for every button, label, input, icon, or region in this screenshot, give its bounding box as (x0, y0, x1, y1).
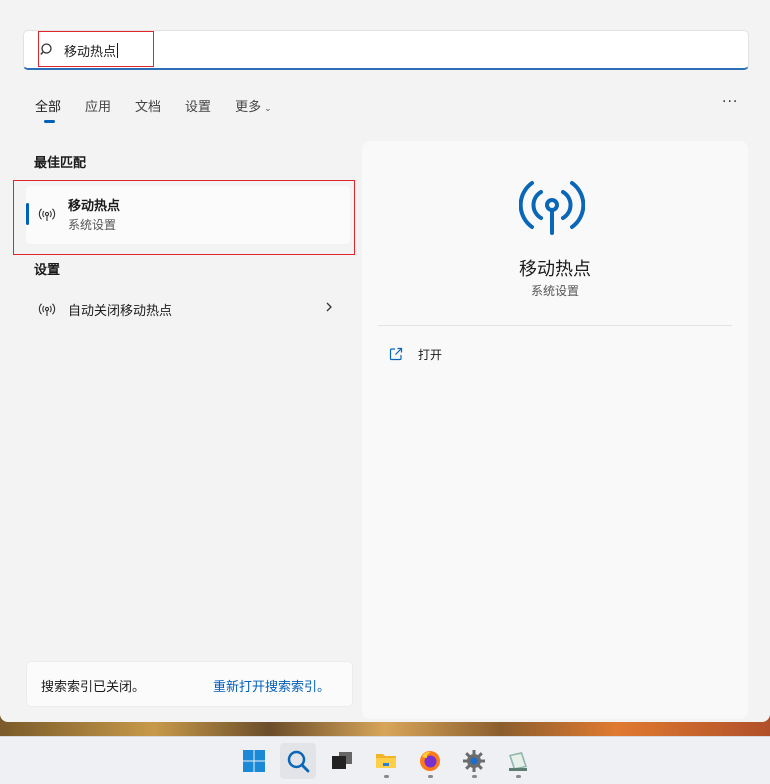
running-indicator (516, 775, 521, 778)
hotspot-icon (519, 181, 585, 235)
reenable-index-link[interactable]: 重新打开搜索索引。 (213, 676, 330, 695)
detail-pane: 移动热点 系统设置 打开 (362, 141, 748, 719)
search-input[interactable]: 移动热点 (64, 41, 119, 60)
setting-item-label: 自动关闭移动热点 (68, 304, 173, 319)
best-match-heading: 最佳匹配 (34, 156, 87, 171)
gear-icon (463, 750, 485, 772)
hotspot-icon (38, 303, 56, 316)
tab-apps[interactable]: 应用 (85, 96, 111, 122)
running-indicator (428, 775, 433, 778)
tab-all[interactable]: 全部 (35, 96, 61, 123)
tab-settings[interactable]: 设置 (185, 96, 211, 122)
taskbar (0, 736, 770, 784)
firefox-button[interactable] (412, 743, 448, 779)
open-external-icon (389, 347, 403, 361)
start-button[interactable] (236, 743, 272, 779)
firefox-icon (420, 751, 440, 771)
divider (378, 325, 732, 326)
settings-button[interactable] (456, 743, 492, 779)
task-view-icon (332, 752, 352, 769)
more-options-button[interactable]: ··· (722, 94, 738, 110)
tab-documents[interactable]: 文档 (135, 96, 161, 122)
folder-icon (376, 754, 396, 768)
hotspot-icon (38, 208, 56, 221)
chevron-right-icon[interactable] (324, 300, 334, 314)
taskbar-search-button[interactable] (280, 743, 316, 779)
running-indicator (384, 775, 389, 778)
detail-title: 移动热点 (519, 259, 591, 280)
open-action-label: 打开 (418, 348, 443, 362)
app-button[interactable] (500, 743, 536, 779)
running-indicator (472, 775, 477, 778)
file-explorer-button[interactable] (368, 743, 404, 779)
task-view-button[interactable] (324, 743, 360, 779)
settings-heading: 设置 (34, 263, 61, 278)
index-status-text: 搜索索引已关闭。 (41, 680, 146, 695)
detail-subtitle: 系统设置 (530, 284, 579, 298)
chevron-down-icon: ⌄ (264, 104, 272, 114)
best-match-title: 移动热点 (68, 199, 121, 214)
windows-logo-icon (243, 750, 265, 772)
selection-indicator (26, 203, 29, 225)
filter-tabs: 全部 应用 文档 设置 更多 ⌄ (35, 96, 296, 123)
setting-item-auto-turn-off-hotspot[interactable]: 自动关闭移动热点 (26, 292, 350, 326)
tab-more[interactable]: 更多 ⌄ (235, 96, 272, 122)
search-icon (287, 750, 310, 773)
search-box[interactable]: 移动热点 (23, 30, 749, 70)
search-panel: 移动热点 全部 应用 文档 设置 更多 ⌄ ··· 最佳匹配 移动热点 系统设置 … (0, 0, 770, 722)
best-match-item[interactable]: 移动热点 系统设置 (26, 186, 350, 244)
best-match-subtitle: 系统设置 (68, 218, 117, 232)
search-icon (40, 43, 52, 55)
text-caret (117, 43, 119, 58)
open-action[interactable]: 打开 (388, 343, 588, 367)
app-icon (509, 752, 527, 771)
search-index-notice: 搜索索引已关闭。 重新打开搜索索引。 (26, 661, 353, 707)
